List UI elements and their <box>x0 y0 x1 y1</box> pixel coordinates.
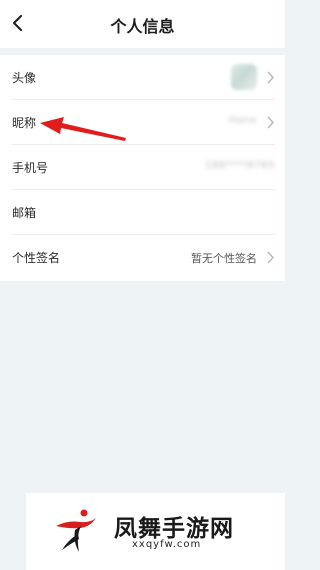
row-label: 个性签名 <box>12 251 61 265</box>
page-title: 个人信息 <box>110 17 175 36</box>
profile-list: 头像 昵称 Hane 手机号 188****8765 邮箱 个性签名 暂无个性签… <box>0 55 285 281</box>
annotation-arrow-icon <box>40 117 126 141</box>
row-label: 昵称 <box>12 116 37 130</box>
chevron-right-icon <box>267 116 274 129</box>
chevron-right-icon <box>267 251 274 264</box>
watermark: 凤舞手游网 xxqyfw.com <box>26 493 285 570</box>
top-bar: 个人信息 <box>0 0 285 48</box>
signature-value: 暂无个性签名 <box>191 252 257 265</box>
watermark-url: xxqyfw.com <box>132 539 202 550</box>
phone-value: 188****8765 <box>204 160 275 171</box>
row-label: 头像 <box>12 71 37 85</box>
nickname-value: Hane <box>228 115 257 126</box>
dancer-logo-icon <box>56 509 96 552</box>
avatar[interactable] <box>231 64 257 90</box>
row-email[interactable]: 邮箱 <box>0 190 285 235</box>
row-signature[interactable]: 个性签名 暂无个性签名 <box>0 235 285 280</box>
row-avatar[interactable]: 头像 <box>0 55 285 100</box>
watermark-name: 凤舞手游网 <box>114 516 234 542</box>
row-label: 邮箱 <box>12 206 37 220</box>
row-phone[interactable]: 手机号 188****8765 <box>0 145 285 190</box>
chevron-right-icon <box>267 71 274 84</box>
row-label: 手机号 <box>12 161 49 175</box>
